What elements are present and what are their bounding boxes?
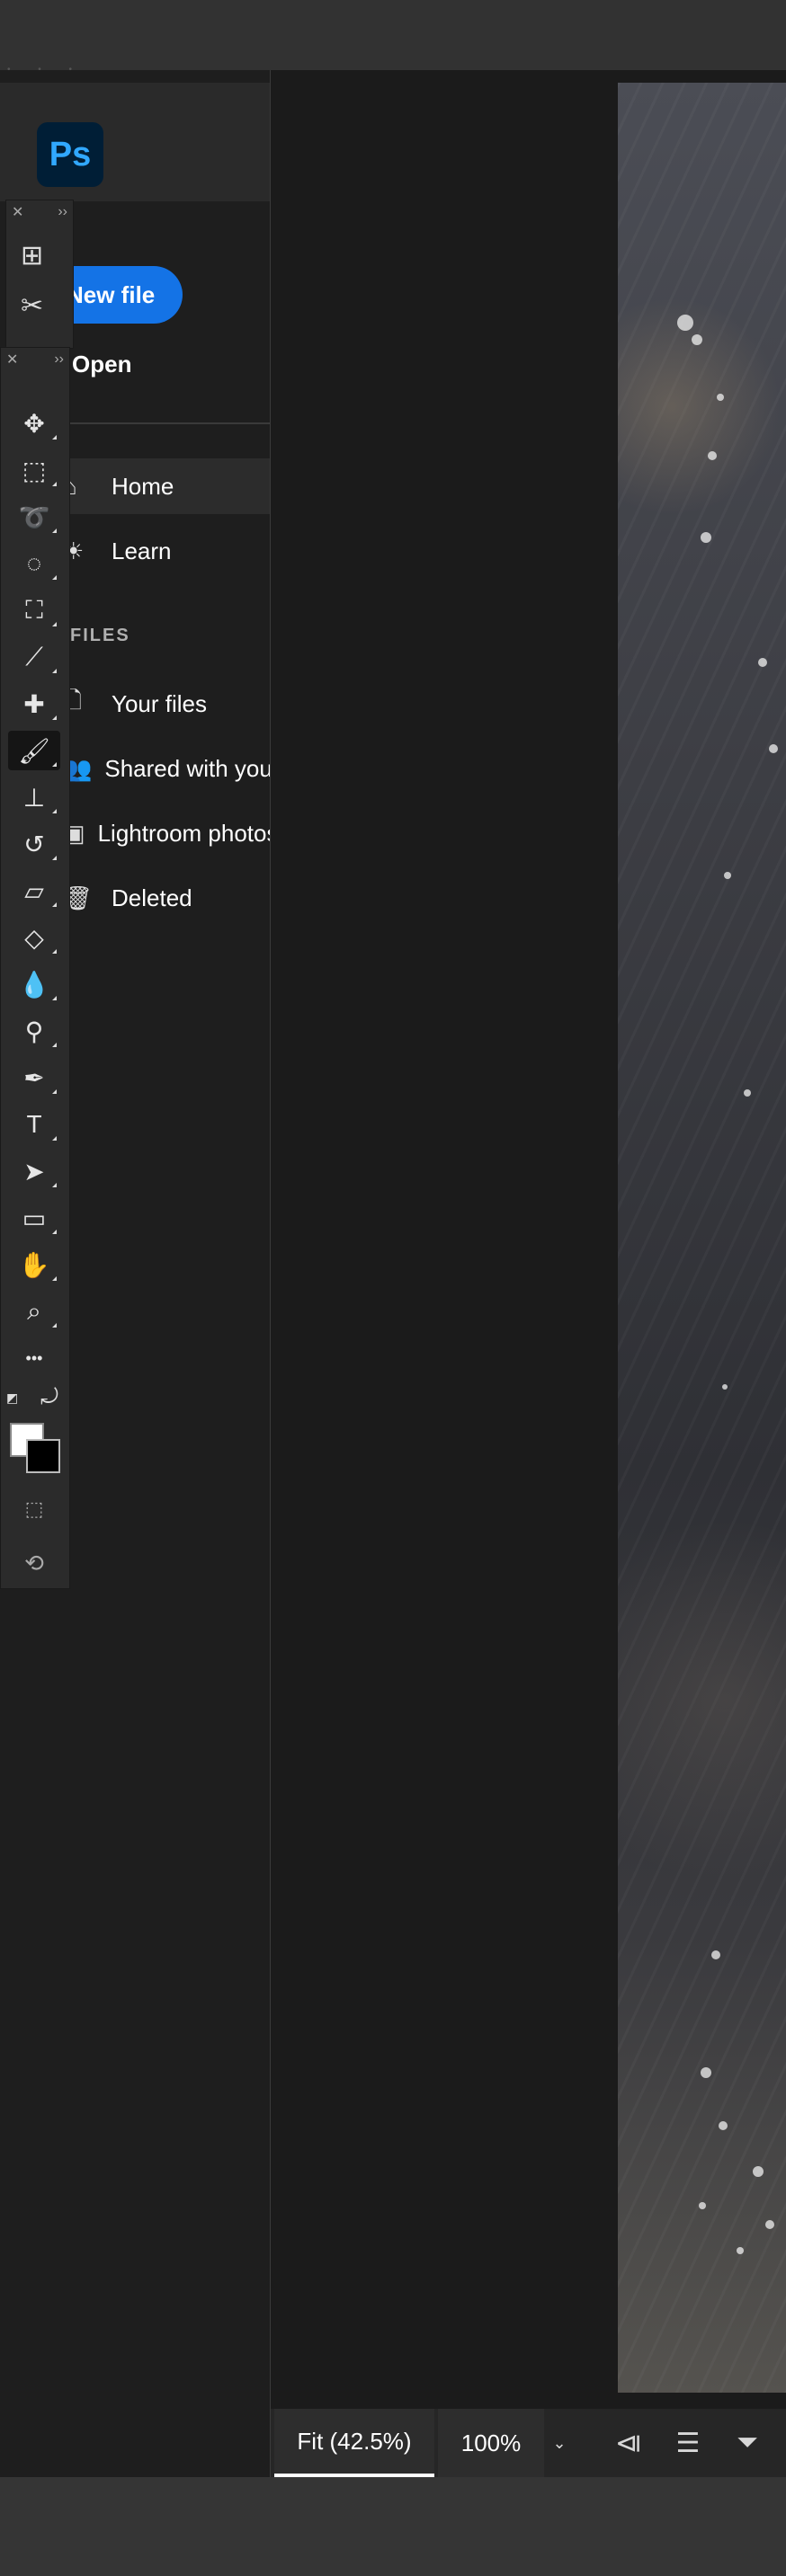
dodge-tool[interactable]: ⚲: [8, 1011, 60, 1051]
close-icon[interactable]: ✕: [12, 203, 23, 221]
panel-header[interactable]: ✕ ››: [6, 200, 73, 224]
screen-mode-icon[interactable]: ⟲: [8, 1543, 60, 1583]
divider: [36, 422, 270, 424]
close-icon[interactable]: ✕: [6, 351, 18, 369]
lasso-tool[interactable]: ➰: [8, 497, 60, 537]
edit-toolbar[interactable]: •••: [8, 1338, 60, 1378]
toolbar-header[interactable]: ✕ ››: [1, 348, 69, 371]
paint-bucket-tool[interactable]: ◇: [8, 918, 60, 957]
fit-zoom-tab[interactable]: Fit (42.5%): [274, 2409, 434, 2477]
water-droplet: [699, 2202, 706, 2209]
footer-bar: [0, 2477, 786, 2576]
nav-item-home[interactable]: ⌂ Home: [36, 458, 270, 514]
filter-icon[interactable]: ⏷: [720, 2409, 774, 2477]
water-droplet: [717, 394, 724, 401]
collapse-icon[interactable]: ››: [54, 351, 64, 368]
water-droplet: [692, 334, 702, 345]
default-colors-icon[interactable]: ◩: [6, 1390, 22, 1407]
type-tool[interactable]: T: [8, 1105, 60, 1144]
water-droplet: [758, 658, 767, 667]
clone-stamp-tool[interactable]: ⊥: [8, 777, 60, 817]
rectangle-tool[interactable]: ▭: [8, 1198, 60, 1238]
rectangular-marquee-tool[interactable]: ⬚: [8, 450, 60, 490]
align-icon[interactable]: ☰: [661, 2409, 715, 2477]
zoom-dropdown-icon[interactable]: ⌄: [546, 2409, 573, 2477]
zoom-tool[interactable]: ⌕: [8, 1292, 60, 1331]
water-droplet: [722, 1384, 728, 1390]
photoshop-logo: Ps: [37, 122, 103, 187]
quick-mask-icon[interactable]: ⬚: [8, 1489, 60, 1529]
pen-tool[interactable]: ✒: [8, 1058, 60, 1097]
nav-item-your-files[interactable]: 🗋 Your files: [36, 676, 270, 732]
move-tool[interactable]: ✥: [8, 404, 60, 443]
water-droplet: [711, 1950, 720, 1959]
water-droplet: [701, 2067, 711, 2078]
spot-healing-tool[interactable]: ✚: [8, 684, 60, 724]
path-selection-tool[interactable]: ➤: [8, 1151, 60, 1191]
zoom-100-button[interactable]: 100%: [438, 2409, 544, 2477]
brush-tool[interactable]: 🖌: [8, 731, 60, 770]
water-droplet: [753, 2166, 764, 2177]
toolbar-panel: ✕ ›› ◩ ⤾ ⬚ ⟲ ✥ ⬚ ➰ ◌ ⛶ ⟋ ✚ 🖌 ⊥ ↺ ▱ ◇ 💧 ⚲ ✒ T ➤ ▭ ✋ ⌕ •••: [0, 347, 70, 1589]
water-droplet: [677, 315, 693, 331]
eyedropper-tool[interactable]: ⟋: [8, 637, 60, 677]
nav-item-label: Deleted: [112, 884, 192, 911]
nav-item-label: Learn: [112, 537, 172, 564]
nav-item-lightroom[interactable]: ▣ Lightroom photos: [36, 805, 271, 861]
crop-tool[interactable]: ⛶: [8, 591, 60, 630]
water-droplet: [724, 872, 731, 879]
nav-item-learn[interactable]: ☀ Learn: [36, 523, 270, 579]
home-header: Ps: [0, 83, 270, 201]
background-color-swatch[interactable]: [26, 1439, 60, 1473]
nav-item-shared[interactable]: 👥 Shared with you: [36, 741, 271, 796]
water-droplet: [737, 2247, 744, 2254]
mini-tool-panel: ✕ ›› ⊞ ✂: [5, 200, 74, 349]
eraser-tool[interactable]: ▱: [8, 871, 60, 910]
water-droplet: [701, 532, 711, 543]
water-droplet: [719, 2121, 728, 2130]
hand-tool[interactable]: ✋: [8, 1245, 60, 1284]
tools-settings-icon[interactable]: ✂: [21, 290, 43, 322]
document-image[interactable]: [618, 83, 786, 2393]
swap-colors-icon[interactable]: ⤾: [40, 1385, 58, 1410]
water-droplet: [744, 1089, 751, 1097]
nav-item-deleted[interactable]: 🗑 Deleted: [36, 870, 270, 926]
water-droplet: [765, 2220, 774, 2229]
nav-item-label: Home: [112, 472, 174, 500]
nav-item-label: Shared with you: [104, 754, 271, 782]
nav-item-label: Lightroom photos: [97, 819, 271, 847]
nav-item-label: Your files: [112, 689, 207, 717]
zoom-bar: Fit (42.5%) 100% ⌄ ⧏ ☰ ⏷: [271, 2409, 786, 2477]
collapse-icon[interactable]: ››: [58, 204, 67, 220]
app-title-bar: [0, 0, 786, 71]
quick-selection-tool[interactable]: ◌: [8, 544, 60, 583]
water-droplet: [769, 744, 778, 753]
section-files-heading: FILES: [70, 626, 130, 645]
navigator-icon[interactable]: ⧏: [602, 2409, 656, 2477]
timeline-icon[interactable]: ⊞: [21, 240, 43, 271]
history-brush-tool[interactable]: ↺: [8, 824, 60, 864]
open-button[interactable]: Open: [72, 351, 131, 378]
water-droplet: [708, 451, 717, 460]
blur-tool[interactable]: 💧: [8, 964, 60, 1004]
